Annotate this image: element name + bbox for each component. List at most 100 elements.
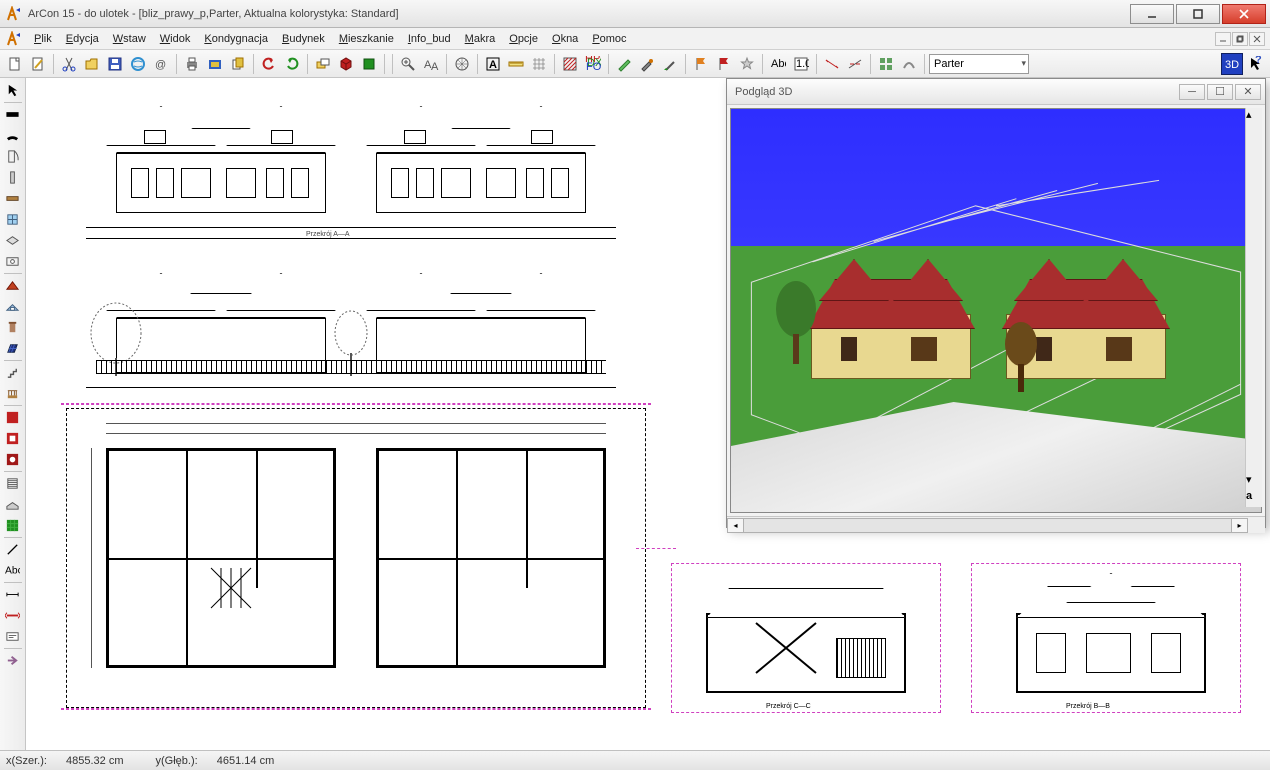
new-wizard-icon[interactable] <box>27 53 49 75</box>
pencil-green-icon[interactable] <box>613 53 635 75</box>
3d-preview-titlebar[interactable]: Podgląd 3D ─ ☐ ✕ <box>727 79 1265 105</box>
opening-tool-icon[interactable] <box>2 251 24 272</box>
minimize-button[interactable] <box>1130 4 1174 24</box>
save-icon[interactable] <box>104 53 126 75</box>
menu-budynek[interactable]: Budynek <box>276 31 331 47</box>
zoom-in-icon[interactable] <box>397 53 419 75</box>
menu-makra[interactable]: Makra <box>459 31 502 47</box>
dimension-icon[interactable] <box>821 53 843 75</box>
star-toggle-icon[interactable] <box>736 53 758 75</box>
solar-panel-icon[interactable] <box>2 338 24 359</box>
door-tool-icon[interactable] <box>2 146 24 167</box>
window-tool-icon[interactable] <box>2 209 24 230</box>
layers-icon[interactable] <box>312 53 334 75</box>
chimney-icon[interactable] <box>2 317 24 338</box>
color-box-icon[interactable] <box>358 53 380 75</box>
mdi-minimize-button[interactable] <box>1215 32 1231 46</box>
3d-scroll-right-icon[interactable]: ▸ <box>1231 518 1248 533</box>
green-terrain-icon[interactable] <box>2 515 24 536</box>
grid-4-icon[interactable] <box>875 53 897 75</box>
menu-widok[interactable]: Widok <box>154 31 197 47</box>
status-bar: x(Szer.): 4855.32 cm y(Głęb.): 4651.14 c… <box>0 750 1270 770</box>
menu-info-bud[interactable]: Info_bud <box>402 31 457 47</box>
abc-label-icon[interactable]: Abc <box>2 560 24 581</box>
beam-tool-icon[interactable] <box>2 188 24 209</box>
3d-vscrollbar[interactable]: ▴ ▾ a <box>1245 108 1262 507</box>
platform-icon[interactable] <box>2 494 24 515</box>
brush-icon[interactable] <box>636 53 658 75</box>
3d-scroll-up-icon[interactable]: ▴ <box>1246 108 1261 125</box>
new-file-icon[interactable] <box>4 53 26 75</box>
slab-tool-icon[interactable] <box>2 230 24 251</box>
3d-maximize-button[interactable]: ☐ <box>1207 84 1233 100</box>
3d-preview-body[interactable] <box>730 108 1262 513</box>
link-icon[interactable] <box>127 53 149 75</box>
3d-minimize-button[interactable]: ─ <box>1179 84 1205 100</box>
cursor-tool-icon[interactable] <box>2 80 24 101</box>
svg-text:FOLIE: FOLIE <box>586 61 601 72</box>
mdi-restore-button[interactable] <box>1232 32 1248 46</box>
redo-arrow-icon[interactable] <box>2 650 24 671</box>
help-cursor-icon[interactable]: ? <box>1244 53 1266 75</box>
dimension-tool-icon[interactable] <box>2 584 24 605</box>
3d-close-button[interactable]: ✕ <box>1235 84 1261 100</box>
stairs-plan-icon[interactable] <box>2 473 24 494</box>
menu-edycja[interactable]: Edycja <box>60 31 105 47</box>
scale-icon[interactable]: 1.0 <box>790 53 812 75</box>
email-icon[interactable]: @ <box>150 53 172 75</box>
close-button[interactable] <box>1222 4 1266 24</box>
stairs-symbol-icon[interactable] <box>2 362 24 383</box>
handrail-icon[interactable] <box>2 383 24 404</box>
print-icon[interactable] <box>181 53 203 75</box>
maximize-button[interactable] <box>1176 4 1220 24</box>
open-file-icon[interactable] <box>81 53 103 75</box>
line-tool-icon[interactable] <box>2 539 24 560</box>
text-icon[interactable]: A <box>482 53 504 75</box>
3d-cube-icon[interactable] <box>335 53 357 75</box>
3d-scroll-left-icon[interactable]: ◂ <box>727 518 744 533</box>
pipette-icon[interactable] <box>659 53 681 75</box>
menu-wstaw[interactable]: Wstaw <box>107 31 152 47</box>
mdi-close-button[interactable] <box>1249 32 1265 46</box>
dormer-icon[interactable] <box>2 296 24 317</box>
3d-view-a-button[interactable]: a <box>1246 490 1261 507</box>
red-box-b-icon[interactable] <box>2 449 24 470</box>
menu-pomoc[interactable]: Pomoc <box>586 31 632 47</box>
red-box-a-icon[interactable] <box>2 428 24 449</box>
3d-hscrollbar[interactable]: ◂ ▸ <box>727 516 1265 533</box>
flag-orange-icon[interactable] <box>690 53 712 75</box>
3d-preview-window[interactable]: Podgląd 3D ─ ☐ ✕ <box>726 78 1266 528</box>
wash-icon[interactable] <box>898 53 920 75</box>
red-flag-tool-icon[interactable] <box>2 407 24 428</box>
grid-icon[interactable] <box>528 53 550 75</box>
wall-tool-icon[interactable] <box>2 104 24 125</box>
ruler-icon[interactable] <box>505 53 527 75</box>
hatch-red-icon[interactable] <box>559 53 581 75</box>
column-tool-icon[interactable] <box>2 167 24 188</box>
copy-building-icon[interactable] <box>227 53 249 75</box>
redo-icon[interactable] <box>281 53 303 75</box>
arc-wall-icon[interactable] <box>2 125 24 146</box>
export-hpgl-icon[interactable]: HPGLDXFFOLIE <box>582 53 604 75</box>
menu-plik[interactable]: Plik <box>28 31 58 47</box>
cut-icon[interactable] <box>58 53 80 75</box>
compass-icon[interactable] <box>451 53 473 75</box>
undo-icon[interactable] <box>258 53 280 75</box>
text-tool-icon[interactable] <box>2 626 24 647</box>
zoom-font-icon[interactable]: AA <box>420 53 442 75</box>
status-x: x(Szer.): 4855.32 cm <box>6 755 140 767</box>
roof-tool-icon[interactable] <box>2 275 24 296</box>
3d-mode-button[interactable]: 3D <box>1221 53 1243 75</box>
flag-red-icon[interactable] <box>713 53 735 75</box>
floor-combo[interactable]: Parter <box>929 54 1029 74</box>
section-tool-icon[interactable] <box>2 605 24 626</box>
menu-kondygnacja[interactable]: Kondygnacja <box>198 31 274 47</box>
menu-opcje[interactable]: Opcje <box>503 31 544 47</box>
3d-scroll-down-icon[interactable]: ▾ <box>1246 473 1261 490</box>
abc-icon[interactable]: Abc <box>767 53 789 75</box>
measure-icon[interactable] <box>844 53 866 75</box>
drawing-canvas[interactable]: Przekrój A—A <box>26 78 1270 750</box>
menu-mieszkanie[interactable]: Mieszkanie <box>333 31 400 47</box>
folder-icon[interactable] <box>204 53 226 75</box>
menu-okna[interactable]: Okna <box>546 31 584 47</box>
